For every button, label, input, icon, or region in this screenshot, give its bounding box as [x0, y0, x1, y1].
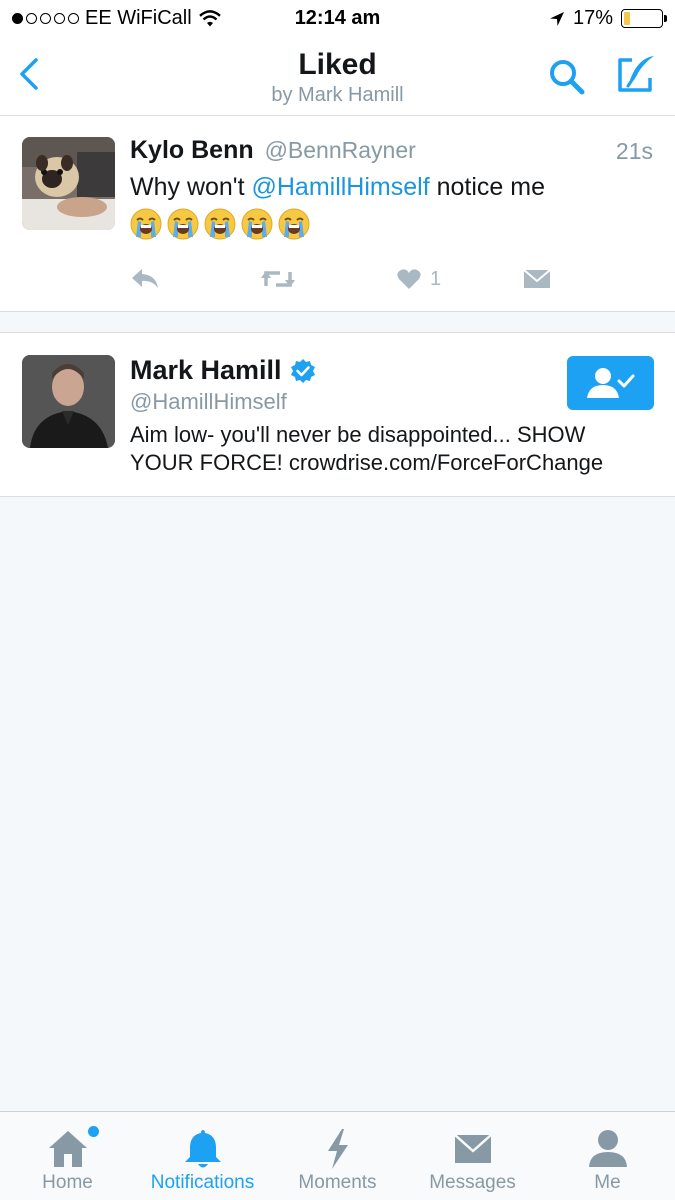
person-icon [588, 1130, 627, 1167]
loudly-crying-face-emoji [167, 208, 199, 240]
nav-bar: Liked by Mark Hamill [0, 38, 675, 116]
user-bio: Aim low- you'll never be disappointed...… [130, 422, 604, 475]
heart-icon [397, 269, 421, 289]
tab-label: Me [594, 1172, 621, 1193]
user-display-name[interactable]: Mark Hamill [130, 355, 282, 386]
reply-button[interactable] [130, 264, 160, 294]
battery-level [624, 12, 631, 25]
loudly-crying-face-emoji [204, 208, 236, 240]
bell-icon [184, 1130, 221, 1168]
tweet-actions: 1 [130, 264, 570, 294]
section-divider [0, 312, 675, 333]
loudly-crying-face-emoji [278, 208, 310, 240]
status-bar: EE WiFiCall 12:14 am 17% [0, 0, 675, 38]
home-icon [48, 1131, 87, 1167]
tab-label: Messages [429, 1172, 516, 1193]
tweet-author-handle[interactable]: @BennRayner [265, 137, 416, 163]
loudly-crying-face-emoji [130, 208, 162, 240]
like-count: 1 [430, 267, 442, 290]
envelope-icon [453, 1134, 492, 1163]
mark-hamill-avatar-image [22, 355, 115, 448]
tweet-emoji-row [130, 208, 310, 240]
compose-tweet-icon[interactable] [612, 52, 658, 98]
tab-messages[interactable]: Messages [405, 1112, 540, 1200]
tab-label: Notifications [150, 1172, 255, 1193]
tab-label: Moments [298, 1172, 377, 1193]
user-name-row: Mark Hamill [130, 355, 316, 386]
envelope-icon [523, 269, 551, 288]
retweet-icon [261, 271, 295, 287]
tab-moments[interactable]: Moments [270, 1112, 405, 1200]
tweet-card[interactable]: Kylo Benn @BennRayner 21s Why won't @Ham… [0, 116, 675, 312]
status-right: 17% [549, 7, 667, 30]
retweet-button[interactable] [260, 264, 296, 294]
tweet-header: Kylo Benn @BennRayner [130, 136, 416, 165]
direct-message-button[interactable] [522, 264, 552, 294]
tweet-text-start: Why won't [130, 173, 252, 201]
person-check-icon [586, 368, 634, 398]
battery-icon [621, 9, 667, 28]
tweet-author-name[interactable]: Kylo Benn [130, 136, 254, 164]
reply-icon [132, 269, 158, 288]
tab-home[interactable]: Home [0, 1112, 135, 1200]
tweet-text-end: notice me [429, 173, 545, 201]
tweet-mention-link[interactable]: @HamillHimself [251, 173, 429, 201]
like-button[interactable]: 1 [396, 264, 441, 294]
lightning-icon [327, 1129, 348, 1169]
location-arrow-icon [549, 11, 564, 26]
tweet-text: Why won't @HamillHimself notice me [130, 170, 650, 204]
tab-label: Home [42, 1172, 93, 1193]
tab-notifications[interactable]: Notifications [135, 1112, 270, 1200]
avatar[interactable] [22, 355, 115, 448]
user-card[interactable]: Mark Hamill @HamillHimself Aim low- you'… [0, 333, 675, 497]
search-icon[interactable] [546, 56, 588, 98]
tab-bar: Home Notifications Moments Messages Me [0, 1111, 675, 1200]
verified-badge-icon [290, 358, 315, 383]
pug-avatar-image [22, 137, 115, 230]
tab-me[interactable]: Me [540, 1112, 675, 1200]
battery-percent: 17% [572, 7, 613, 29]
home-notification-dot [88, 1126, 99, 1137]
user-handle[interactable]: @HamillHimself [130, 389, 287, 415]
loudly-crying-face-emoji [241, 208, 273, 240]
avatar[interactable] [22, 137, 115, 230]
tweet-timestamp: 21s [615, 138, 653, 164]
following-button[interactable] [567, 356, 654, 410]
